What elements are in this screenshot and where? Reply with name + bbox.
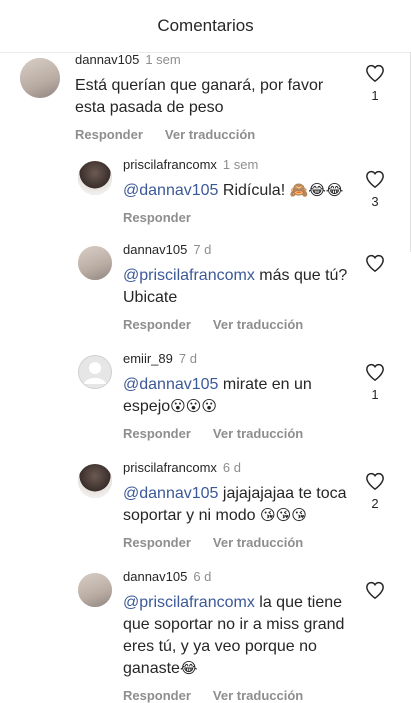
avatar[interactable] [78,355,112,389]
translate-button[interactable]: Ver traducción [213,535,303,550]
heart-icon [366,64,384,82]
header: Comentarios [0,0,411,53]
comment: priscilafrancomx 6 d @dannav105 jajajajaj… [0,458,411,558]
comment-time: 7 d [178,351,197,366]
translate-button[interactable]: Ver traducción [213,317,303,332]
reply-button[interactable]: Responder [75,127,143,142]
comment: priscilafrancomx 1 sem @dannav105 Ridícul… [0,155,411,245]
comment: dannav105 7 d @priscilafrancomx más que t… [0,240,411,340]
heart-icon [366,472,384,490]
comment-time: 7 d [193,242,212,257]
like-count: 3 [371,194,379,209]
comment-text: @priscilafrancomx más que tú? Ubicate [123,267,348,306]
avatar[interactable] [78,573,112,607]
reply-button[interactable]: Responder [123,535,191,550]
reply-button[interactable]: Responder [123,688,191,703]
comment: dannav105 6 d @priscilafrancomx la que ti… [0,567,411,703]
comment-time: 6 d [193,569,212,584]
heart-icon [366,581,384,599]
mention-link[interactable]: @dannav105 [123,485,218,502]
translate-button[interactable]: Ver traducción [213,426,303,441]
heart-icon [366,254,384,272]
translate-button[interactable]: Ver traducción [213,688,303,703]
mention-link[interactable]: @priscilafrancomx [123,594,255,611]
comment-time: 1 sem [145,52,181,67]
heart-icon [366,363,384,381]
emoji-group: 😮😮😮 [170,398,218,415]
comment-time: 6 d [222,460,241,475]
like-count: 1 [371,387,379,402]
reply-button[interactable]: Responder [123,317,191,332]
like-button[interactable]: 3 [364,170,386,209]
mention-link[interactable]: @dannav105 [123,376,218,393]
like-count: 1 [371,88,379,103]
comment-username[interactable]: dannav105 [123,242,187,257]
like-button[interactable] [364,581,386,605]
comment-text: @priscilafrancomx la que tiene que sopor… [123,594,345,677]
mention-link[interactable]: @dannav105 [123,182,218,199]
comment-text: @dannav105 jajajajajaa te toca soportar … [123,485,347,524]
avatar[interactable] [78,246,112,280]
heart-icon [366,170,384,188]
comment: dannav105 1 sem Está querían que ganará, … [0,52,411,152]
emoji-group: 😘😘😘 [259,507,307,524]
like-count: 2 [371,496,379,511]
emoji-group: 🙈😂😂 [289,182,344,199]
comment-time: 1 sem [222,157,259,172]
reply-button[interactable]: Responder [123,210,191,225]
avatar[interactable] [78,464,112,498]
comment-username[interactable]: dannav105 [75,52,139,67]
default-avatar-icon [78,355,112,389]
like-button[interactable]: 2 [364,472,386,511]
comment-username[interactable]: priscilafrancomx [123,157,217,172]
comment-text: @dannav105 mirate en un espejo😮😮😮 [123,376,312,415]
page-title: Comentarios [157,16,254,35]
comment-text: @dannav105 Ridícula! 🙈😂😂 [123,182,344,199]
mention-link[interactable]: @priscilafrancomx [123,267,255,284]
like-button[interactable]: 1 [364,64,386,103]
comment-username[interactable]: emiir_89 [123,351,173,366]
avatar[interactable] [78,161,112,195]
comment-username[interactable]: dannav105 [123,569,187,584]
avatar[interactable] [20,58,60,98]
comment: emiir_89 7 d @dannav105 mirate en un espe… [0,349,411,449]
like-button[interactable] [364,254,386,278]
comment-username[interactable]: priscilafrancomx [123,460,217,475]
translate-button[interactable]: Ver traducción [165,127,255,142]
reply-button[interactable]: Responder [123,426,191,441]
comment-text: Está querían que ganará, por favor esta … [75,77,324,116]
emoji-group: 😂 [179,660,198,677]
like-button[interactable]: 1 [364,363,386,402]
